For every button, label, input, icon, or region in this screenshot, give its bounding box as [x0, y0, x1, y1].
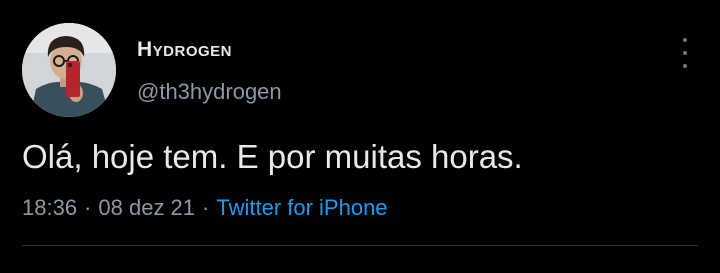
tweet-date[interactable]: 08 dez 21 [98, 195, 195, 220]
author-name[interactable]: Hydrogen [137, 38, 232, 62]
more-options-button[interactable] [674, 38, 696, 68]
divider [22, 245, 698, 246]
meta-separator: · [84, 195, 92, 220]
avatar[interactable] [22, 23, 116, 117]
meta-separator: · [202, 195, 210, 220]
tweet-time[interactable]: 18:36 [22, 195, 77, 220]
more-vertical-icon-dot [683, 64, 687, 68]
tweet-text: Olá, hoje tem. E por muitas horas. [22, 138, 523, 175]
tweet: Hydrogen @th3hydrogen Olá, hoje tem. E p… [0, 0, 720, 273]
more-vertical-icon [683, 38, 687, 42]
tweet-source-link[interactable]: Twitter for iPhone [216, 195, 387, 220]
avatar-image [22, 23, 116, 117]
tweet-metadata: 18:36 · 08 dez 21 · Twitter for iPhone [22, 195, 388, 221]
more-vertical-icon-dot [683, 51, 687, 55]
author-handle[interactable]: @th3hydrogen [137, 79, 282, 105]
